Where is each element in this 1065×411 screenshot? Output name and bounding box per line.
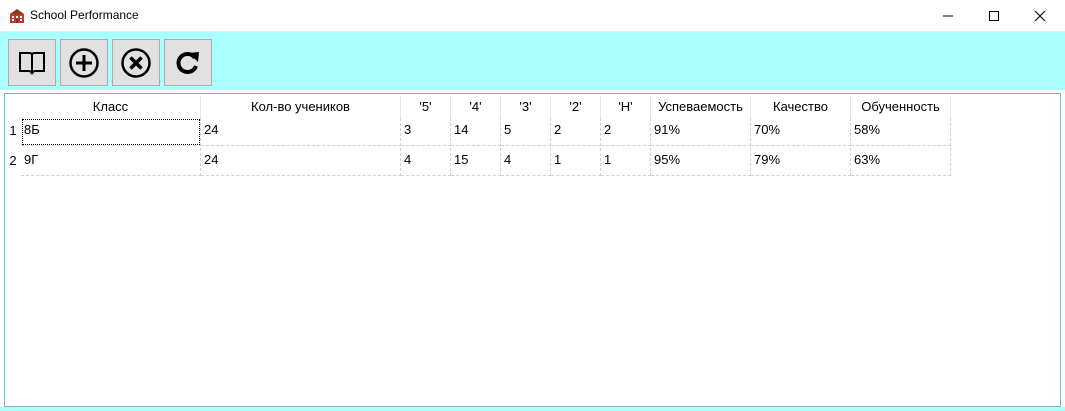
window-bottom-edge (0, 407, 1065, 411)
table-cell[interactable]: 24 (201, 118, 401, 146)
refresh-button[interactable] (164, 39, 212, 86)
table-cell[interactable]: 63% (851, 148, 951, 176)
table-cell[interactable]: 5 (501, 118, 551, 146)
delete-button[interactable] (112, 39, 160, 86)
table-cell[interactable]: 79% (751, 148, 851, 176)
row-number[interactable]: 1 (5, 116, 21, 146)
column-header-grade-5[interactable]: '5' (401, 96, 451, 118)
table-cell[interactable]: 2 (601, 118, 651, 146)
table-cell[interactable]: 8Б (21, 118, 201, 146)
close-button[interactable] (1017, 0, 1063, 31)
column-header-absent[interactable]: 'Н' (601, 96, 651, 118)
table-cell[interactable]: 2 (551, 118, 601, 146)
table-cell[interactable]: 14 (451, 118, 501, 146)
table-cell[interactable]: 9Г (21, 148, 201, 176)
column-header-performance[interactable]: Успеваемость (651, 96, 751, 118)
minimize-button[interactable] (925, 0, 971, 31)
open-book-button[interactable] (8, 39, 56, 86)
close-icon (1034, 10, 1046, 21)
maximize-button[interactable] (971, 0, 1017, 31)
table-cell[interactable]: 15 (451, 148, 501, 176)
table-cell[interactable]: 4 (401, 148, 451, 176)
table-cell[interactable]: 24 (201, 148, 401, 176)
table-cell[interactable]: 3 (401, 118, 451, 146)
column-header-learning-level[interactable]: Обученность (851, 96, 951, 118)
refresh-icon (176, 51, 199, 74)
school-building-icon (10, 9, 24, 23)
table-cell[interactable]: 95% (651, 148, 751, 176)
minimize-icon (943, 15, 953, 16)
column-header-student-count[interactable]: Кол-во учеников (201, 96, 401, 118)
column-header-class[interactable]: Класс (21, 96, 201, 118)
plus-circle-icon (69, 47, 99, 78)
toolbar (0, 31, 1065, 90)
column-header-grade-4[interactable]: '4' (451, 96, 501, 118)
x-circle-icon (121, 47, 151, 78)
add-button[interactable] (60, 39, 108, 86)
column-header-grade-2[interactable]: '2' (551, 96, 601, 118)
window-title: School Performance (30, 8, 139, 22)
table-cell[interactable]: 58% (851, 118, 951, 146)
table-cell[interactable]: 91% (651, 118, 751, 146)
title-bar: School Performance (0, 0, 1065, 31)
table-cell[interactable]: 70% (751, 118, 851, 146)
open-book-icon (19, 51, 45, 74)
column-header-quality[interactable]: Качество (751, 96, 851, 118)
maximize-icon (989, 10, 999, 21)
column-header-grade-3[interactable]: '3' (501, 96, 551, 118)
data-grid[interactable]: Класс Кол-во учеников '5' '4' '3' '2' 'Н… (4, 93, 1061, 407)
row-number[interactable]: 2 (5, 146, 21, 176)
table-cell[interactable]: 4 (501, 148, 551, 176)
table-cell[interactable]: 1 (601, 148, 651, 176)
table-cell[interactable]: 1 (551, 148, 601, 176)
